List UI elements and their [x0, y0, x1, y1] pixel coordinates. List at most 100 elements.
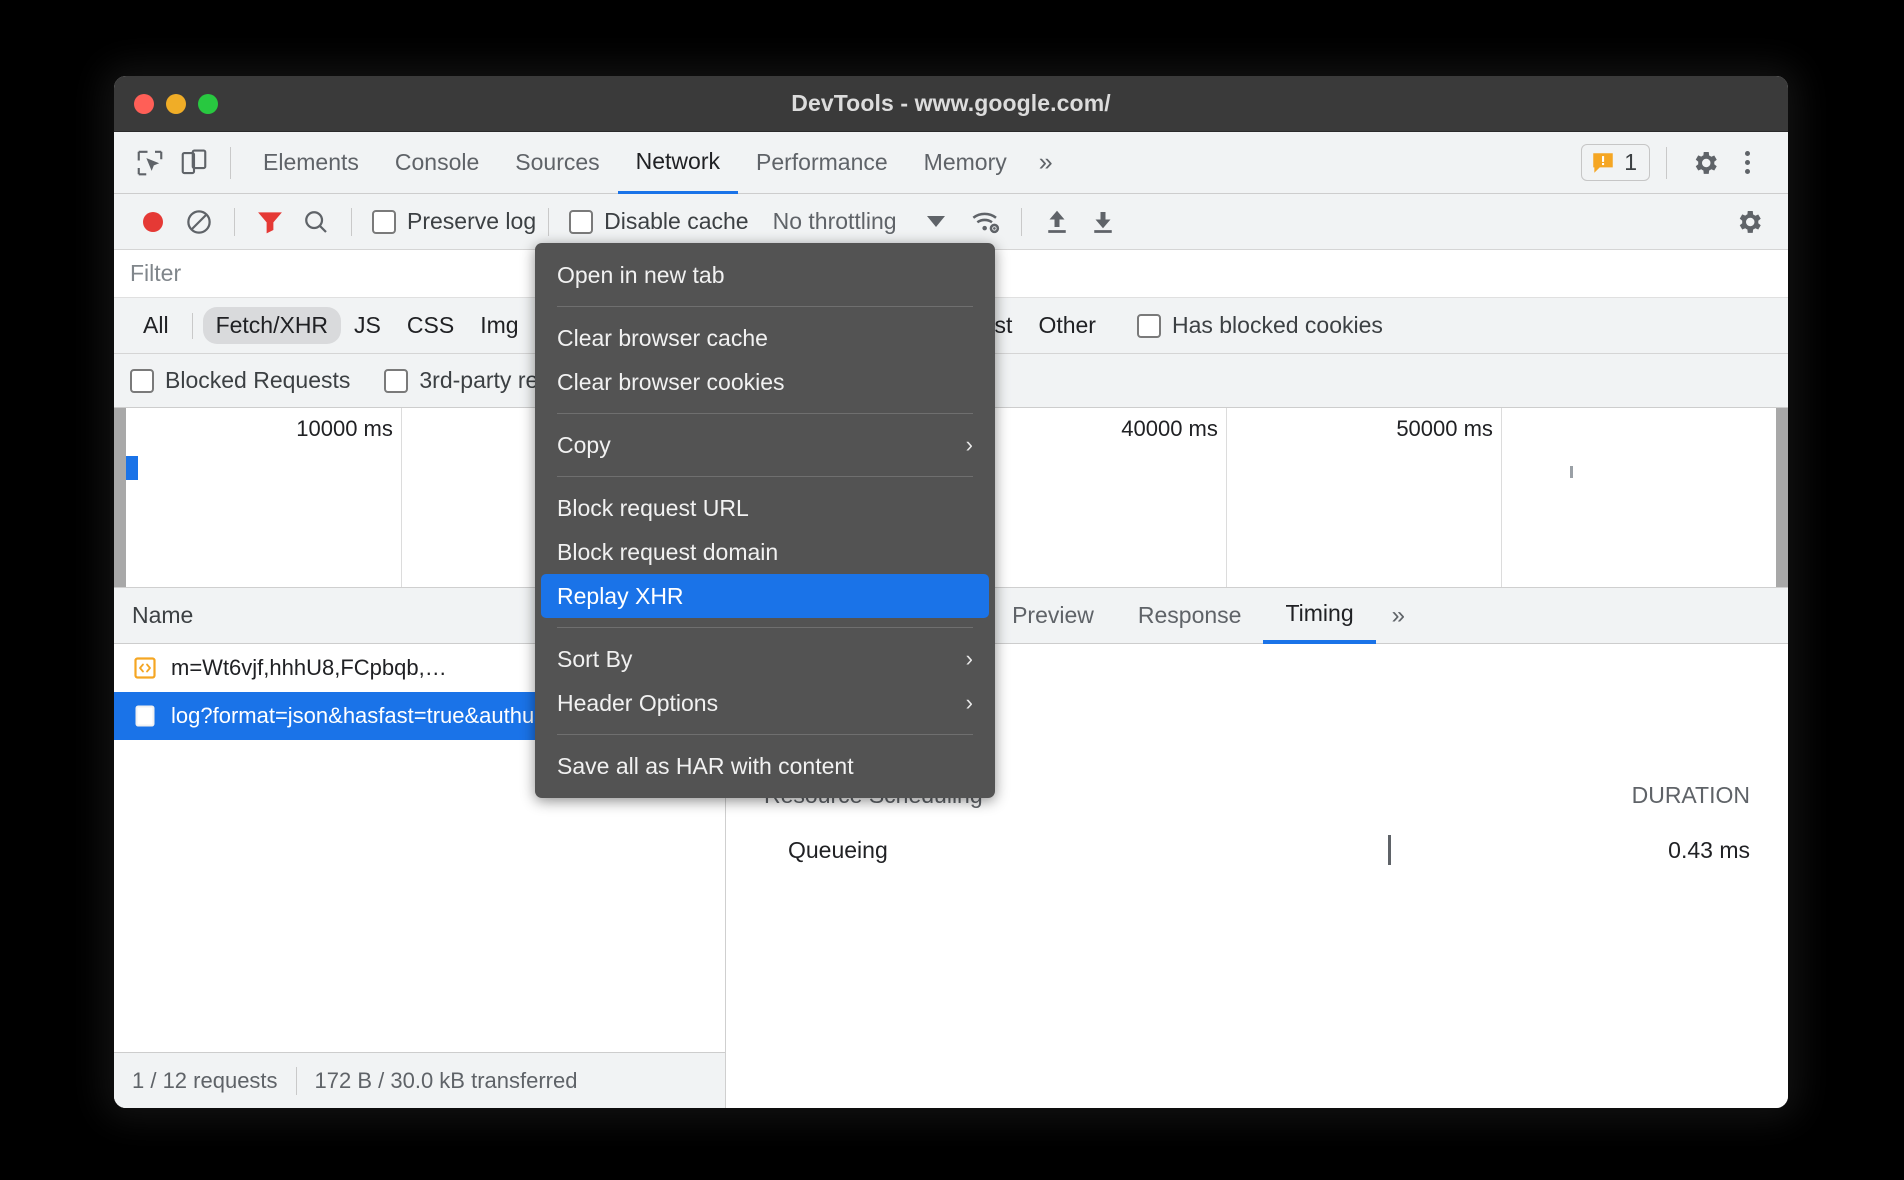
more-options-icon[interactable] — [1729, 151, 1766, 174]
menu-item-save-all-as-har[interactable]: Save all as HAR with content — [535, 744, 995, 788]
gear-icon[interactable] — [1726, 199, 1772, 245]
request-count: 1 / 12 requests — [132, 1068, 278, 1094]
request-name: m=Wt6vjf,hhhU8,FCpbqb,… — [171, 655, 447, 681]
filter-input[interactable]: Filter — [130, 260, 181, 287]
screen: DevTools - www.google.com/ Elements Cons… — [0, 0, 1904, 1180]
tab-sources[interactable]: Sources — [497, 132, 617, 194]
tab-network[interactable]: Network — [618, 132, 738, 194]
checkbox-box — [130, 369, 154, 393]
search-icon[interactable] — [293, 199, 339, 245]
timing-row-duration: 0.43 ms — [1570, 837, 1750, 864]
chevron-down-icon — [927, 216, 945, 227]
column-header-name: Name — [132, 602, 193, 629]
menu-item-label: Header Options — [557, 690, 718, 717]
tab-timing[interactable]: Timing — [1263, 588, 1375, 644]
disable-cache-label: Disable cache — [604, 208, 748, 235]
gear-icon[interactable] — [1683, 141, 1727, 185]
has-blocked-cookies-checkbox[interactable]: Has blocked cookies — [1137, 312, 1383, 339]
menu-item-label: Sort By — [557, 646, 632, 673]
more-tabs-icon[interactable]: » — [1025, 148, 1067, 177]
tabstrip-actions: 1 — [1581, 141, 1774, 185]
menu-item-header-options[interactable]: Header Options › — [535, 681, 995, 725]
type-filter-css[interactable]: CSS — [394, 307, 467, 344]
menu-item-clear-browser-cookies[interactable]: Clear browser cookies — [535, 360, 995, 404]
menu-item-clear-browser-cache[interactable]: Clear browser cache — [535, 316, 995, 360]
menu-separator — [557, 306, 973, 307]
preserve-log-checkbox[interactable]: Preserve log — [372, 208, 536, 235]
timing-row-name: Queueing — [788, 837, 1088, 864]
export-har-icon[interactable] — [1080, 199, 1126, 245]
script-icon — [132, 655, 158, 681]
menu-item-open-in-new-tab[interactable]: Open in new tab — [535, 253, 995, 297]
toolbar-divider — [548, 208, 549, 236]
tab-console[interactable]: Console — [377, 132, 497, 194]
menu-separator — [557, 627, 973, 628]
menu-item-block-request-domain[interactable]: Block request domain — [535, 530, 995, 574]
type-filter-fetch-xhr[interactable]: Fetch/XHR — [203, 307, 341, 344]
xhr-icon — [132, 703, 158, 729]
tab-memory[interactable]: Memory — [906, 132, 1025, 194]
preserve-log-label: Preserve log — [407, 208, 536, 235]
chevron-right-icon: › — [966, 690, 973, 716]
blocked-requests-label: Blocked Requests — [165, 367, 350, 394]
checkbox-box — [384, 369, 408, 393]
disable-cache-checkbox[interactable]: Disable cache — [569, 208, 748, 235]
toolbar-divider — [1021, 208, 1022, 236]
throttling-dropdown[interactable]: No throttling — [773, 208, 945, 235]
tab-preview[interactable]: Preview — [990, 588, 1116, 644]
checkbox-box — [1137, 314, 1161, 338]
network-toolbar: Preserve log Disable cache No throttling — [114, 194, 1788, 250]
toolbar-divider — [230, 147, 231, 179]
type-filter-other[interactable]: Other — [1025, 307, 1109, 344]
tab-elements[interactable]: Elements — [245, 132, 377, 194]
filter-icon[interactable] — [247, 199, 293, 245]
timing-row-queueing: Queueing 0.43 ms — [764, 833, 1750, 867]
transferred-size: 172 B / 30.0 kB transferred — [315, 1068, 578, 1094]
window-titlebar: DevTools - www.google.com/ — [114, 76, 1788, 132]
device-toolbar-icon[interactable] — [172, 141, 216, 185]
network-toolbar-right — [1726, 199, 1772, 245]
toolbar-divider — [234, 208, 235, 236]
network-status-bar: 1 / 12 requests 172 B / 30.0 kB transfer… — [114, 1052, 725, 1108]
menu-item-copy[interactable]: Copy › — [535, 423, 995, 467]
inspect-element-icon[interactable] — [128, 141, 172, 185]
wifi-settings-icon[interactable] — [963, 199, 1009, 245]
filter-divider — [192, 313, 193, 339]
status-divider — [296, 1067, 297, 1095]
timing-bar-area — [1088, 833, 1570, 867]
devtools-tabstrip: Elements Console Sources Network Perform… — [114, 132, 1788, 194]
menu-item-sort-by[interactable]: Sort By › — [535, 637, 995, 681]
menu-item-block-request-url[interactable]: Block request URL — [535, 486, 995, 530]
overview-selection-marker[interactable] — [126, 456, 138, 480]
has-blocked-cookies-label: Has blocked cookies — [1172, 312, 1383, 339]
warning-badge[interactable]: 1 — [1581, 144, 1650, 181]
tabstrip-divider — [1666, 147, 1667, 179]
checkbox-box — [372, 210, 396, 234]
timing-bar — [1388, 835, 1391, 865]
context-menu: Open in new tab Clear browser cache Clea… — [535, 243, 995, 798]
menu-separator — [557, 413, 973, 414]
clear-icon[interactable] — [176, 199, 222, 245]
overview-left-handle[interactable] — [114, 408, 126, 587]
window-title: DevTools - www.google.com/ — [114, 90, 1788, 117]
type-filter-img[interactable]: Img — [467, 307, 531, 344]
tab-response[interactable]: Response — [1116, 588, 1264, 644]
overview-right-handle[interactable] — [1776, 408, 1788, 587]
overview-tick-10000: 10000 ms — [296, 416, 401, 442]
menu-separator — [557, 734, 973, 735]
checkbox-box — [569, 210, 593, 234]
chevron-right-icon: › — [966, 432, 973, 458]
timing-duration-header: DURATION — [1632, 782, 1750, 809]
menu-item-replay-xhr[interactable]: Replay XHR — [541, 574, 989, 618]
type-filter-all[interactable]: All — [130, 307, 182, 344]
record-icon[interactable] — [130, 199, 176, 245]
more-detail-tabs-icon[interactable]: » — [1376, 602, 1421, 630]
throttling-value: No throttling — [773, 208, 897, 235]
tab-performance[interactable]: Performance — [738, 132, 906, 194]
import-har-icon[interactable] — [1034, 199, 1080, 245]
blocked-requests-checkbox[interactable]: Blocked Requests — [130, 367, 350, 394]
overview-tick-40000: 40000 ms — [1121, 416, 1226, 442]
overview-tick-50000: 50000 ms — [1396, 416, 1501, 442]
type-filter-js[interactable]: JS — [341, 307, 394, 344]
warning-icon — [1590, 150, 1616, 176]
